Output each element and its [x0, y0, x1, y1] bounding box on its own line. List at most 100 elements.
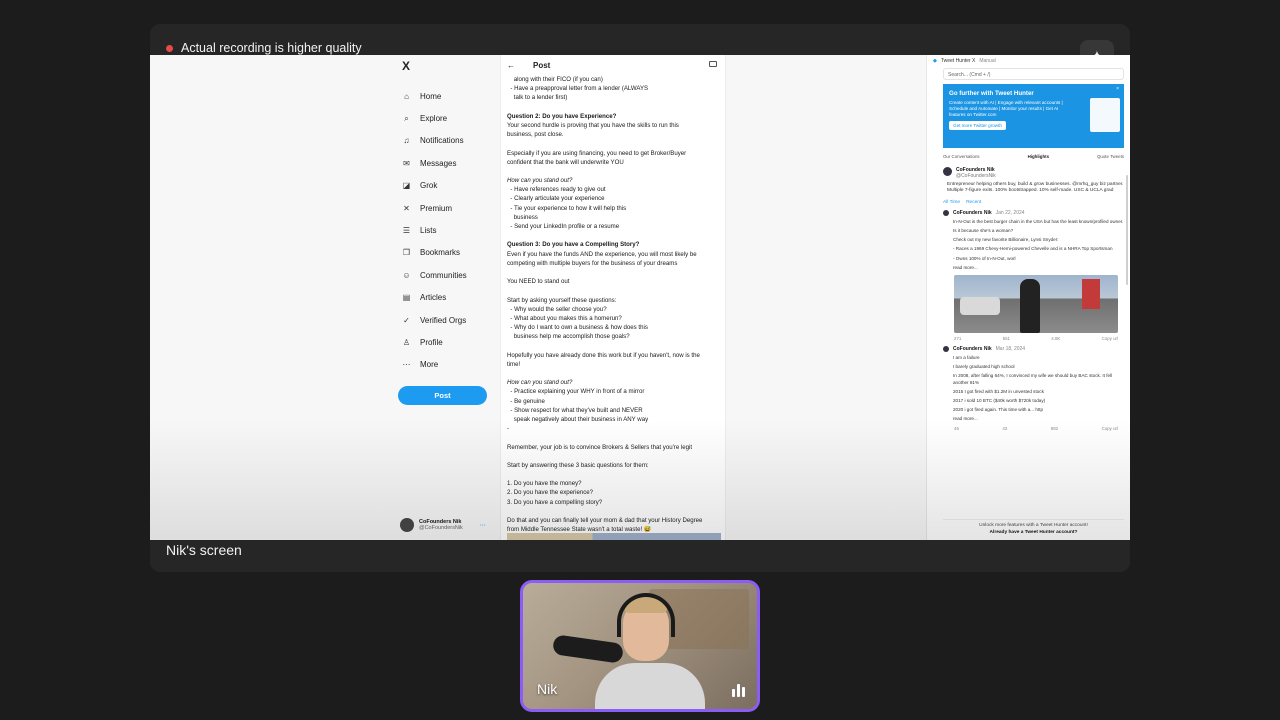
- scrollbar[interactable]: [1126, 175, 1128, 285]
- x-logo-icon[interactable]: X: [402, 59, 498, 73]
- tweet-date: Mar 18, 2024: [995, 346, 1026, 353]
- x-nav-label: Home: [420, 91, 442, 101]
- promo-text: Create content with AI | Engage with rel…: [949, 100, 1063, 117]
- avatar: [943, 167, 952, 176]
- post-line: You NEED to stand out: [507, 278, 570, 286]
- th-header: ◆ Tweet Hunter X Manual: [927, 55, 1130, 66]
- copy-url-link[interactable]: Copy url: [1102, 426, 1118, 431]
- x-nav-item-communities[interactable]: ☺ Communities: [398, 264, 498, 286]
- post-line: Especially if you are using financing, y…: [507, 149, 687, 157]
- post-line: Do that and you can finally tell your mo…: [507, 517, 703, 524]
- th-profile: CoFounders Nik @CoFoundersNik: [943, 167, 1124, 179]
- x-nav-item-more[interactable]: ⋯ More: [398, 354, 498, 376]
- close-icon[interactable]: ×: [1116, 86, 1119, 92]
- bell-icon: ♫: [403, 136, 410, 146]
- post-line: Question 2: Do you have Experience?: [507, 112, 617, 120]
- tweet-photo[interactable]: [954, 275, 1118, 334]
- tweet-hunter-panel: ◆ Tweet Hunter X Manual Search... (Cmd +…: [926, 55, 1130, 540]
- x-nav-item-premium[interactable]: ✕ Premium: [398, 197, 498, 219]
- tweet-text: I am a failure I barely graduated high sc…: [953, 355, 1124, 423]
- participant-video-tile[interactable]: Nik: [520, 580, 760, 712]
- screen-share-label: Nik's screen: [166, 542, 242, 558]
- reply-count[interactable]: 45: [954, 426, 959, 431]
- x-nav-item-messages[interactable]: ✉ Messages: [398, 152, 498, 174]
- footer-login-link[interactable]: Already have a Tweet Hunter account?: [943, 530, 1124, 537]
- more-dots-icon[interactable]: ⋯: [480, 522, 486, 529]
- post-line: Start by answering these 3 basic questio…: [507, 461, 649, 469]
- x-nav-item-articles[interactable]: ▤ Articles: [398, 287, 498, 309]
- subtab-recent[interactable]: Recent: [966, 200, 981, 205]
- th-footer: Unlock more features with a Tweet Hunter…: [943, 519, 1124, 536]
- x-nav-item-grok[interactable]: ◪ Grok: [398, 175, 498, 197]
- post-line: business, post close.: [507, 131, 564, 139]
- tweet-paragraph: Check out my new favorite Billionaire, L…: [953, 237, 1059, 243]
- x-nav-item-notifications[interactable]: ♫ Notifications: [398, 130, 498, 152]
- post-line: -: [507, 425, 510, 433]
- x-nav-item-lists[interactable]: ☰ Lists: [398, 219, 498, 241]
- reply-count[interactable]: 271: [954, 336, 961, 341]
- screen-share-frame: Actual recording is higher quality ✦ X ⌂…: [150, 24, 1130, 572]
- post-line: 3. Do you have a compelling story?: [507, 498, 603, 506]
- th-tweet[interactable]: CoFounders Nik Jan 22, 2024 In-N-Out is …: [943, 209, 1124, 341]
- photo-car: [960, 297, 1000, 316]
- post-line: along with their FICO (if you can): [507, 76, 603, 83]
- post-line: talk to a lender first): [507, 94, 568, 102]
- recording-notice-text: Actual recording is higher quality: [181, 41, 362, 55]
- tab-conversations[interactable]: Our Conversations: [943, 154, 980, 159]
- x-nav-item-verified-orgs[interactable]: ✓ Verified Orgs: [398, 309, 498, 331]
- x-nav-list: ⌂ Home ⌕ Explore ♫ Notifications ✉ Messages ◪ Gro…: [398, 85, 498, 376]
- avatar: [400, 518, 414, 532]
- post-line: time!: [507, 360, 521, 368]
- th-tweet[interactable]: CoFounders Nik Mar 18, 2024 I am a failu…: [943, 346, 1124, 431]
- tab-highlights[interactable]: Highlights: [1028, 154, 1049, 159]
- post-line: - Show respect for what they've built an…: [507, 406, 643, 414]
- x-nav-label: Verified Orgs: [420, 315, 467, 325]
- mail-icon: ✉: [403, 158, 410, 168]
- copy-url-link[interactable]: Copy url: [1102, 336, 1118, 341]
- audio-level-icon: [732, 684, 745, 697]
- profile-handle: @CoFoundersNik: [956, 173, 996, 179]
- th-logo-icon: ◆: [933, 57, 937, 64]
- post-line: Remember, your job is to convince Broker…: [507, 443, 693, 451]
- verified-icon: ✓: [403, 315, 410, 325]
- th-search-input[interactable]: Search... (Cmd + /): [943, 68, 1124, 80]
- shared-screen: X ⌂ Home ⌕ Explore ♫ Notifications ✉ Messages ◪ G…: [150, 55, 1130, 540]
- subtab-all-time[interactable]: All Time: [943, 200, 960, 205]
- tweet-paragraph: - Races a 1969 Chevy-Hemi-powered Chevel…: [953, 246, 1113, 252]
- x-nav-item-explore[interactable]: ⌕ Explore: [398, 107, 498, 129]
- tweet-paragraph: 2020 i got fired again. This time with a…: [953, 407, 1044, 413]
- tab-quote-tweets[interactable]: Quote Tweets: [1097, 154, 1124, 159]
- tweet-paragraph[interactable]: read more...: [953, 265, 1124, 271]
- grok-icon: ◪: [402, 181, 411, 191]
- post-line: - Why would the seller choose you?: [507, 305, 607, 313]
- x-nav-item-home[interactable]: ⌂ Home: [398, 85, 498, 107]
- post-line: - Tie your experience to how it will hel…: [507, 204, 627, 212]
- people-icon: ☺: [402, 270, 411, 280]
- x-nav-item-bookmarks[interactable]: ❒ Bookmarks: [398, 242, 498, 264]
- person-body: [595, 663, 705, 709]
- x-nav-label: Articles: [420, 293, 447, 303]
- like-count[interactable]: 882: [1051, 426, 1058, 431]
- x-post-button[interactable]: Post: [398, 386, 487, 406]
- post-image-preview[interactable]: [507, 533, 721, 540]
- x-account-switcher[interactable]: CoFounders Nik @CoFoundersNik ⋯: [400, 518, 486, 532]
- post-line: - Why do I want to own a business & how …: [507, 324, 648, 332]
- back-arrow-icon[interactable]: ←: [507, 61, 515, 70]
- post-line: speak negatively about their business in…: [507, 415, 649, 423]
- promo-cta-button[interactable]: Get more Twitter growth: [949, 121, 1006, 130]
- reader-icon[interactable]: [709, 61, 717, 67]
- th-mode[interactable]: Manual: [979, 58, 995, 64]
- post-line: How can you stand out?: [507, 379, 573, 387]
- tweet-paragraph[interactable]: read more...: [953, 416, 1124, 422]
- like-count[interactable]: 4.8K: [1051, 336, 1060, 341]
- article-icon: ▤: [402, 293, 411, 303]
- tweet-paragraph: I am a failure: [953, 355, 980, 361]
- tweet-stats: 45 43 882 Copy url: [954, 426, 1118, 431]
- x-nav-item-profile[interactable]: ♙ Profile: [398, 331, 498, 353]
- retweet-count[interactable]: 551: [1003, 336, 1010, 341]
- retweet-count[interactable]: 43: [1002, 426, 1007, 431]
